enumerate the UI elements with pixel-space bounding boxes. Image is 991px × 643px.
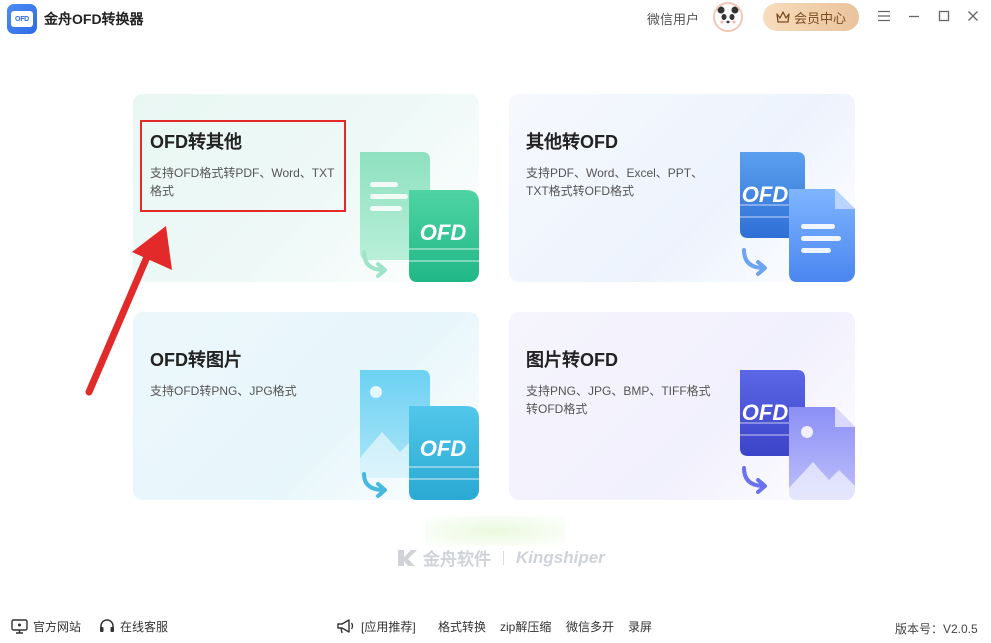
footer-link-zip[interactable]: zip解压缩 — [500, 618, 551, 635]
maximize-button[interactable] — [934, 6, 954, 26]
brand-cn: 金舟软件 — [423, 550, 491, 569]
card-ofd-to-other[interactable]: OFD转其他 支持OFD格式转PDF、Word、TXT格式 OFD — [133, 94, 479, 282]
megaphone-icon — [337, 619, 354, 634]
menu-button[interactable] — [874, 6, 894, 26]
card-ofd-to-image[interactable]: OFD转图片 支持OFD转PNG、JPG格式 OFD — [133, 312, 479, 500]
app-recommend-label: [应用推荐] — [361, 620, 416, 634]
ofd-to-document-icon: OFD — [360, 152, 479, 282]
brand-en: Kingshiper — [516, 547, 605, 567]
card-description: 支持PDF、Word、Excel、PPT、TXT格式转OFD格式 — [526, 166, 704, 198]
footer-link-screen-record[interactable]: 录屏 — [628, 618, 652, 635]
app-logo-text: OFD — [11, 11, 33, 27]
minimize-icon — [909, 15, 919, 18]
brand-glow — [425, 516, 565, 546]
crown-icon — [776, 11, 790, 23]
headset-icon — [100, 619, 114, 632]
monitor-icon — [11, 619, 28, 634]
avatar[interactable] — [713, 2, 743, 32]
app-recommend[interactable]: [应用推荐] — [336, 618, 416, 635]
ofd-badge-text: OFD — [420, 436, 467, 461]
footer-link-wechat-multi[interactable]: 微信多开 — [566, 618, 614, 635]
official-website-link[interactable]: 官方网站 — [11, 618, 81, 635]
footer-link-format-convert[interactable]: 格式转换 — [438, 618, 486, 635]
online-support-link[interactable]: 在线客服 — [99, 618, 168, 635]
official-website-label: 官方网站 — [33, 620, 82, 634]
kingshiper-logo-icon — [398, 549, 417, 566]
vip-center-label: 会员中心 — [793, 10, 846, 26]
app-logo-icon: OFD — [7, 4, 37, 34]
version-label: 版本号：V2.0.5 — [895, 622, 978, 636]
ofd-to-image-icon: OFD — [360, 370, 479, 500]
maximize-icon — [938, 10, 950, 22]
panda-avatar-icon — [717, 6, 739, 28]
card-title: 其他转OFD — [526, 132, 618, 152]
menu-icon — [878, 10, 890, 22]
app-title: 金舟OFD转换器 — [44, 11, 144, 27]
brand-logo: 金舟软件 Kingshiper — [397, 545, 605, 570]
vip-center-button[interactable]: 会员中心 — [763, 3, 859, 31]
ofd-badge-text: OFD — [742, 400, 789, 425]
user-name[interactable]: 微信用户 — [647, 9, 699, 28]
title-bar: OFD 金舟OFD转换器 微信用户 会员中心 — [0, 0, 991, 34]
card-image-to-ofd[interactable]: 图片转OFD 支持PNG、JPG、BMP、TIFF格式转OFD格式 OFD — [509, 312, 855, 500]
ofd-badge-text: OFD — [420, 220, 467, 245]
card-other-to-ofd[interactable]: 其他转OFD 支持PDF、Word、Excel、PPT、TXT格式转OFD格式 … — [509, 94, 855, 282]
image-to-ofd-icon: OFD — [740, 370, 855, 500]
card-description: 支持OFD格式转PDF、Word、TXT格式 — [150, 166, 335, 198]
online-support-label: 在线客服 — [120, 620, 169, 634]
ofd-badge-text: OFD — [742, 182, 789, 207]
close-icon — [968, 11, 978, 21]
card-description: 支持PNG、JPG、BMP、TIFF格式转OFD格式 — [526, 384, 711, 416]
red-arrow-icon — [85, 226, 172, 396]
brand-divider — [503, 550, 504, 565]
card-title: 图片转OFD — [526, 350, 618, 370]
close-button[interactable] — [963, 6, 983, 26]
minimize-button[interactable] — [904, 6, 924, 26]
document-to-ofd-icon: OFD — [740, 152, 855, 282]
card-title: OFD转其他 — [150, 132, 242, 152]
